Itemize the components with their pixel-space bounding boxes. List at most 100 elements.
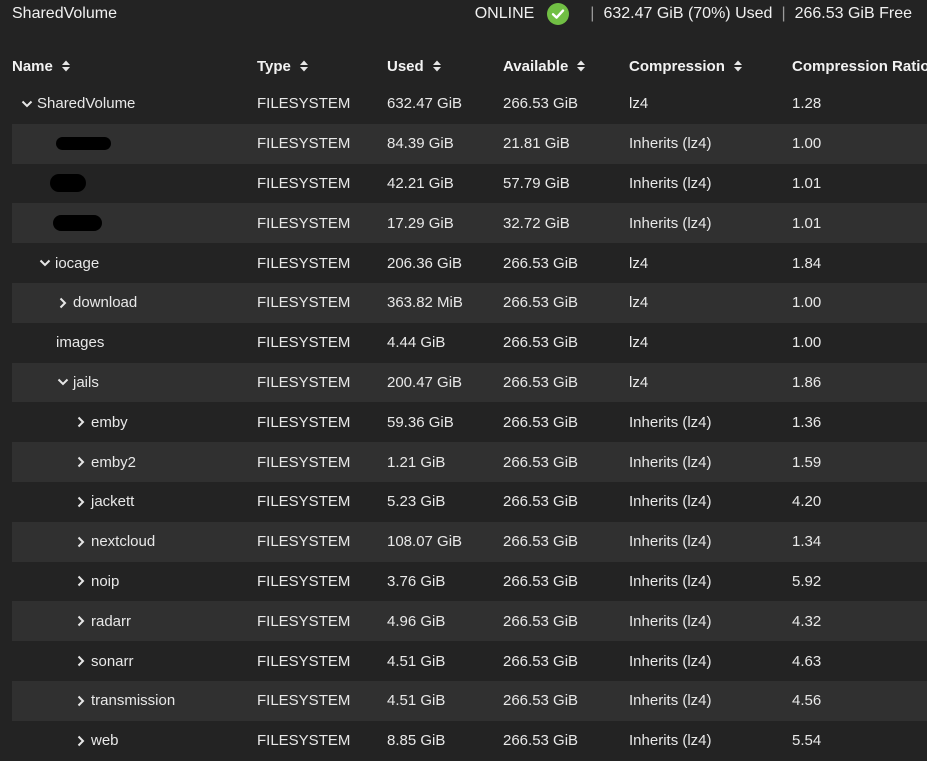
table-row[interactable]: download FILESYSTEM 363.82 MiB 266.53 GiB lz…	[12, 282, 927, 323]
table-row[interactable]: sonarr FILESYSTEM 4.51 GiB 266.53 GiB Inheri…	[12, 641, 927, 681]
dataset-available: 266.53 GiB	[503, 652, 579, 670]
column-header-name[interactable]: Name	[12, 58, 257, 75]
column-header-ratio[interactable]: Compression Ratio	[792, 58, 927, 75]
table-row[interactable]: FILESYSTEM 84.39 GiB 21.81 GiB Inherits (lz…	[12, 123, 927, 164]
dataset-type: FILESYSTEM	[257, 493, 351, 511]
dataset-type: FILESYSTEM	[257, 174, 351, 192]
table-row[interactable]: web FILESYSTEM 8.85 GiB 266.53 GiB Inherits …	[12, 721, 927, 761]
dataset-type: FILESYSTEM	[257, 95, 351, 113]
dataset-available: 266.53 GiB	[503, 373, 579, 391]
dataset-name: emby	[91, 413, 128, 431]
dataset-name: SharedVolume	[37, 95, 136, 113]
dataset-type: FILESYSTEM	[257, 652, 351, 670]
chevron-right-icon[interactable]	[74, 455, 88, 469]
chevron-right-icon[interactable]	[74, 415, 88, 429]
dataset-ratio: 1.00	[792, 294, 822, 312]
dataset-ratio: 1.34	[792, 533, 822, 551]
dataset-used: 42.21 GiB	[387, 174, 454, 192]
table-row[interactable]: emby2 FILESYSTEM 1.21 GiB 266.53 GiB Inherit…	[12, 442, 927, 482]
dataset-used: 4.44 GiB	[387, 334, 446, 352]
dataset-type: FILESYSTEM	[257, 294, 351, 312]
chevron-right-icon[interactable]	[74, 535, 88, 549]
column-header-label: Compression Ratio	[792, 57, 927, 75]
dataset-ratio: 1.28	[792, 95, 822, 113]
dataset-available: 266.53 GiB	[503, 692, 579, 710]
chevron-right-icon[interactable]	[74, 654, 88, 668]
sort-icon[interactable]	[733, 59, 743, 73]
dataset-name-cell: emby	[12, 414, 257, 431]
dataset-ratio: 1.00	[792, 334, 822, 352]
used-summary: 632.47 GiB (70%) Used	[603, 5, 773, 22]
dataset-type: FILESYSTEM	[257, 692, 351, 710]
table-row[interactable]: SharedVolume FILESYSTEM 632.47 GiB 266.53 G…	[12, 84, 927, 124]
dataset-used: 108.07 GiB	[387, 533, 463, 551]
dataset-used: 5.23 GiB	[387, 493, 446, 511]
dataset-ratio: 1.84	[792, 254, 822, 272]
table-row[interactable]: transmission FILESYSTEM 4.51 GiB 266.53 GiB…	[12, 680, 927, 721]
dataset-name: iocage	[55, 254, 100, 272]
table-row[interactable]: nextcloud FILESYSTEM 108.07 GiB 266.53 GiB I…	[12, 521, 927, 562]
table-row[interactable]: emby FILESYSTEM 59.36 GiB 266.53 GiB Inherit…	[12, 402, 927, 442]
dataset-name: jails	[73, 373, 99, 391]
table-row[interactable]: FILESYSTEM 17.29 GiB 32.72 GiB Inherits (lz…	[12, 203, 927, 244]
dataset-name: images	[56, 334, 105, 352]
dataset-compression: Inherits (lz4)	[629, 453, 712, 471]
dataset-name-cell: web	[12, 732, 257, 749]
dataset-type: FILESYSTEM	[257, 453, 351, 471]
dataset-name: transmission	[91, 692, 176, 710]
chevron-right-icon[interactable]	[74, 574, 88, 588]
table-body: SharedVolume FILESYSTEM 632.47 GiB 266.53 G…	[12, 84, 927, 761]
column-header-label: Type	[257, 57, 291, 75]
separator: |	[781, 5, 786, 22]
dataset-used: 8.85 GiB	[387, 732, 446, 750]
table-row[interactable]: noip FILESYSTEM 3.76 GiB 266.53 GiB Inherits…	[12, 562, 927, 602]
chevron-down-icon[interactable]	[56, 375, 70, 389]
column-header-used[interactable]: Used	[387, 58, 503, 75]
table-row[interactable]: jackett FILESYSTEM 5.23 GiB 266.53 GiB Inher…	[12, 482, 927, 522]
dataset-available: 57.79 GiB	[503, 174, 570, 192]
sort-icon[interactable]	[299, 59, 309, 73]
dataset-available: 266.53 GiB	[503, 254, 579, 272]
column-header-available[interactable]: Available	[503, 58, 629, 75]
column-header-compression[interactable]: Compression	[629, 58, 792, 75]
dataset-type: FILESYSTEM	[257, 254, 351, 272]
sort-icon[interactable]	[61, 59, 71, 73]
sort-icon[interactable]	[576, 59, 586, 73]
column-header-label: Available	[503, 57, 569, 75]
table-row[interactable]: iocage FILESYSTEM 206.36 GiB 266.53 GiB lz4 1…	[12, 243, 927, 283]
dataset-compression: Inherits (lz4)	[629, 214, 712, 232]
dataset-used: 206.36 GiB	[387, 254, 463, 272]
column-header-type[interactable]: Type	[257, 58, 387, 75]
chevron-down-icon[interactable]	[20, 97, 34, 111]
dataset-compression: Inherits (lz4)	[629, 493, 712, 511]
chevron-right-icon[interactable]	[74, 614, 88, 628]
table-row[interactable]: jails FILESYSTEM 200.47 GiB 266.53 GiB lz4 1.…	[12, 362, 927, 403]
dataset-name-cell: download	[12, 294, 257, 311]
dataset-name-cell: jackett	[12, 493, 257, 510]
pool-header: SharedVolume ONLINE | 632.47 GiB (70%) U…	[0, 0, 927, 28]
dataset-available: 266.53 GiB	[503, 572, 579, 590]
sort-icon[interactable]	[432, 59, 442, 73]
dataset-name-cell	[12, 137, 257, 151]
column-header-label: Used	[387, 57, 424, 75]
chevron-right-icon[interactable]	[74, 734, 88, 748]
dataset-compression: lz4	[629, 254, 649, 272]
dataset-name-cell: iocage	[12, 255, 257, 272]
chevron-right-icon[interactable]	[74, 495, 88, 509]
dataset-available: 266.53 GiB	[503, 612, 579, 630]
dataset-table: Name Type Used Available Compression Compress…	[12, 48, 927, 761]
dataset-ratio: 4.20	[792, 493, 822, 511]
chevron-down-icon[interactable]	[38, 256, 52, 270]
table-row[interactable]: images FILESYSTEM 4.44 GiB 266.53 GiB lz4 1.0…	[12, 323, 927, 363]
dataset-used: 1.21 GiB	[387, 453, 446, 471]
dataset-type: FILESYSTEM	[257, 214, 351, 232]
dataset-type: FILESYSTEM	[257, 135, 351, 153]
dataset-ratio: 1.01	[792, 174, 822, 192]
chevron-right-icon[interactable]	[56, 296, 70, 310]
table-row[interactable]: radarr FILESYSTEM 4.96 GiB 266.53 GiB Inheri…	[12, 601, 927, 642]
chevron-right-icon[interactable]	[74, 694, 88, 708]
dataset-name-cell: nextcloud	[12, 533, 257, 550]
dataset-used: 200.47 GiB	[387, 373, 463, 391]
table-row[interactable]: FILESYSTEM 42.21 GiB 57.79 GiB Inherits (lz…	[12, 164, 927, 204]
dataset-name: sonarr	[91, 652, 134, 670]
